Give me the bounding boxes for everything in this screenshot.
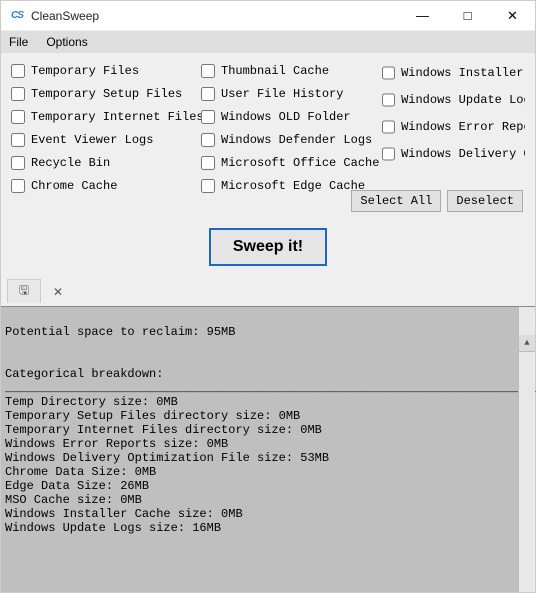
checkbox-input[interactable] xyxy=(201,133,215,147)
checkbox-windows-delivery-optimization[interactable]: Windows Delivery Optimizat xyxy=(382,140,525,167)
checkbox-input[interactable] xyxy=(11,156,25,170)
checkbox-temporary-internet-files[interactable]: Temporary Internet Files xyxy=(11,105,201,128)
checkbox-input[interactable] xyxy=(11,133,25,147)
checkbox-input[interactable] xyxy=(201,156,215,170)
checkbox-label: Temporary Files xyxy=(31,64,139,78)
report-line: Windows Installer Cache size: 0MB xyxy=(5,507,243,521)
checkbox-input[interactable] xyxy=(201,179,215,193)
report-line: Edge Data Size: 26MB xyxy=(5,479,149,493)
window-title: CleanSweep xyxy=(31,9,99,23)
checkbox-event-viewer-logs[interactable]: Event Viewer Logs xyxy=(11,128,201,151)
checkbox-input[interactable] xyxy=(11,179,25,193)
checkbox-windows-error-reports[interactable]: Windows Error Reports xyxy=(382,113,525,140)
checkbox-column-2: Thumbnail Cache User File History Window… xyxy=(201,59,382,197)
report-line: Windows Error Reports size: 0MB xyxy=(5,437,228,451)
checkbox-input[interactable] xyxy=(201,87,215,101)
report-divider: ________________________________________… xyxy=(5,381,536,395)
report-line: Chrome Data Size: 0MB xyxy=(5,465,156,479)
checkbox-label: Temporary Setup Files xyxy=(31,87,182,101)
checkbox-label: Windows Update Logs xyxy=(401,93,525,107)
checkbox-temporary-files[interactable]: Temporary Files xyxy=(11,59,201,82)
tab-save-icon[interactable]: 🖫 xyxy=(7,279,41,303)
close-button[interactable]: ✕ xyxy=(490,1,535,31)
tab-strip: 🖫 ✕ xyxy=(1,276,535,306)
checkbox-label: Chrome Cache xyxy=(31,179,117,193)
checkbox-windows-old-folder[interactable]: Windows OLD Folder xyxy=(201,105,382,128)
checkbox-label: Microsoft Office Cache xyxy=(221,156,379,170)
report-breakdown-heading: Categorical breakdown: xyxy=(5,367,163,381)
checkbox-input[interactable] xyxy=(382,93,395,107)
menu-options[interactable]: Options xyxy=(46,35,87,49)
report-line: Temp Directory size: 0MB xyxy=(5,395,178,409)
checkbox-input[interactable] xyxy=(11,110,25,124)
checkbox-user-file-history[interactable]: User File History xyxy=(201,82,382,105)
minimize-button[interactable]: — xyxy=(400,1,445,31)
sweep-it-button[interactable]: Sweep it! xyxy=(209,228,327,266)
checkbox-label: Temporary Internet Files xyxy=(31,110,201,124)
checkbox-input[interactable] xyxy=(201,110,215,124)
menu-file[interactable]: File xyxy=(9,35,28,49)
checkbox-windows-update-logs[interactable]: Windows Update Logs xyxy=(382,86,525,113)
checkbox-label: Windows OLD Folder xyxy=(221,110,351,124)
sweep-area: Sweep it! xyxy=(1,218,535,276)
options-panel: Temporary Files Temporary Setup Files Te… xyxy=(1,53,535,218)
checkbox-temporary-setup-files[interactable]: Temporary Setup Files xyxy=(11,82,201,105)
checkbox-chrome-cache[interactable]: Chrome Cache xyxy=(11,174,201,197)
checkbox-input[interactable] xyxy=(11,87,25,101)
maximize-button[interactable]: □ xyxy=(445,1,490,31)
report-line: Windows Delivery Optimization File size:… xyxy=(5,451,329,465)
scroll-up-icon[interactable]: ▲ xyxy=(519,335,535,352)
checkbox-label: Event Viewer Logs xyxy=(31,133,153,147)
checkbox-recycle-bin[interactable]: Recycle Bin xyxy=(11,151,201,174)
checkbox-column-3: Windows Installer Cache Windows Update L… xyxy=(382,59,525,197)
app-logo-icon: CS xyxy=(9,8,25,24)
titlebar: CS CleanSweep — □ ✕ xyxy=(1,1,535,31)
checkbox-label: Thumbnail Cache xyxy=(221,64,329,78)
report-line: Temporary Internet Files directory size:… xyxy=(5,423,322,437)
checkbox-label: Microsoft Edge Cache xyxy=(221,179,365,193)
report-line: Windows Update Logs size: 16MB xyxy=(5,521,221,535)
checkbox-label: Windows Defender Logs xyxy=(221,133,372,147)
checkbox-label: Recycle Bin xyxy=(31,156,110,170)
checkbox-label: User File History xyxy=(221,87,343,101)
deselect-button[interactable]: Deselect xyxy=(447,190,523,212)
checkbox-label: Windows Delivery Optimizat xyxy=(401,147,525,161)
checkbox-input[interactable] xyxy=(201,64,215,78)
tab-close-icon[interactable]: ✕ xyxy=(41,279,75,303)
checkbox-label: Windows Installer Cache xyxy=(401,66,525,80)
checkbox-thumbnail-cache[interactable]: Thumbnail Cache xyxy=(201,59,382,82)
report-panel: Potential space to reclaim: 95MB Categor… xyxy=(1,306,535,592)
menubar: File Options xyxy=(1,31,535,53)
report-line: MSO Cache size: 0MB xyxy=(5,493,142,507)
checkbox-input[interactable] xyxy=(382,120,395,134)
select-all-button[interactable]: Select All xyxy=(351,190,441,212)
checkbox-column-1: Temporary Files Temporary Setup Files Te… xyxy=(11,59,201,197)
report-line: Temporary Setup Files directory size: 0M… xyxy=(5,409,300,423)
checkbox-input[interactable] xyxy=(382,147,395,161)
report-potential-line: Potential space to reclaim: 95MB xyxy=(5,325,235,339)
checkbox-label: Windows Error Reports xyxy=(401,120,525,134)
checkbox-microsoft-office-cache[interactable]: Microsoft Office Cache xyxy=(201,151,382,174)
checkbox-input[interactable] xyxy=(382,66,395,80)
checkbox-windows-defender-logs[interactable]: Windows Defender Logs xyxy=(201,128,382,151)
scrollbar[interactable]: ▲ xyxy=(518,307,535,592)
checkbox-input[interactable] xyxy=(11,64,25,78)
checkbox-windows-installer-cache[interactable]: Windows Installer Cache xyxy=(382,59,525,86)
